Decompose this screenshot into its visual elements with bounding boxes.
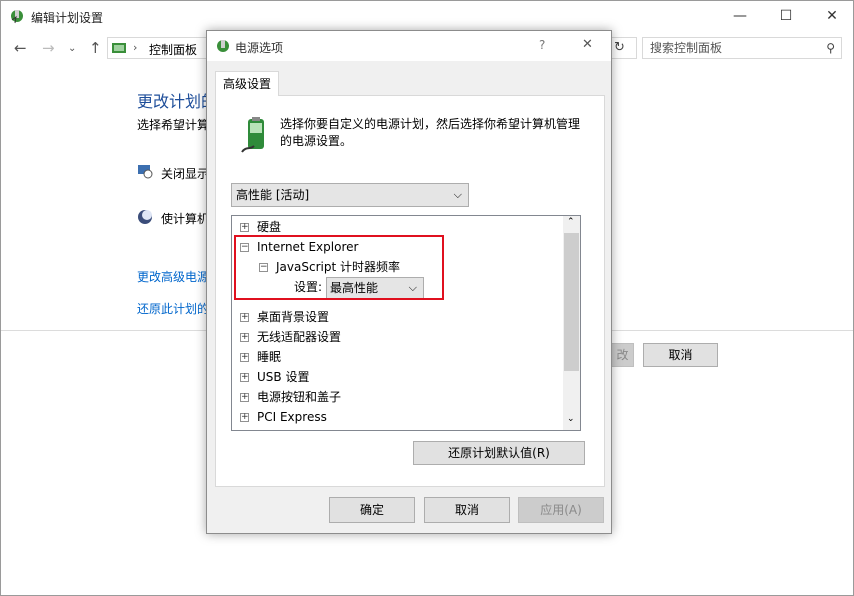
- dialog-title: 电源选项: [235, 41, 284, 55]
- dialog-titlebar: 电源选项 ? ✕: [207, 31, 611, 61]
- tree-item-label: PCI Express: [257, 410, 327, 424]
- tree-item-label: 电源按钮和盖子: [257, 390, 342, 404]
- expand-icon[interactable]: +: [240, 223, 249, 232]
- power-plan-select-value: 高性能 [活动]: [236, 188, 310, 202]
- scroll-up-icon[interactable]: ⌃: [567, 217, 575, 227]
- apply-label: 应用(A): [540, 503, 582, 517]
- tree-item[interactable]: + USB 设置: [240, 367, 309, 387]
- window-cancel-button[interactable]: 取消: [643, 343, 718, 367]
- expand-icon[interactable]: +: [240, 353, 249, 362]
- dialog-cancel-button[interactable]: 取消: [424, 497, 510, 523]
- breadcrumb-chevron-icon: ›: [133, 41, 138, 54]
- apply-button[interactable]: 应用(A): [518, 497, 604, 523]
- expand-icon[interactable]: +: [240, 373, 249, 382]
- search-input[interactable]: 搜索控制面板 ⚲: [642, 37, 842, 59]
- tab-advanced-settings[interactable]: 高级设置: [215, 71, 279, 96]
- tree-item[interactable]: +处理器电源管理: [240, 427, 341, 431]
- tree-item[interactable]: + 无线适配器设置: [240, 327, 341, 347]
- dialog-cancel-label: 取消: [454, 503, 479, 517]
- tree-item-label: 硬盘: [257, 220, 282, 234]
- tree-item-label: 睡眠: [257, 350, 282, 364]
- tree-item-label: 无线适配器设置: [257, 330, 342, 344]
- tree-item[interactable]: + 桌面背景设置: [240, 307, 329, 327]
- dialog-description: 选择你要自定义的电源计划，然后选择你希望计算机管理的电源设置。: [280, 117, 581, 148]
- restore-defaults-button[interactable]: 还原计划默认值(R): [413, 441, 585, 465]
- expand-icon[interactable]: +: [240, 413, 249, 422]
- maximize-button[interactable]: ☐: [763, 1, 809, 31]
- back-arrow-icon[interactable]: ←: [14, 39, 27, 57]
- scrollbar-thumb[interactable]: [564, 233, 579, 371]
- ok-button[interactable]: 确定: [329, 497, 415, 523]
- page-title: 更改计划的: [137, 92, 218, 111]
- control-panel-icon: [111, 40, 127, 56]
- advanced-power-link[interactable]: 更改高级电源: [137, 268, 209, 285]
- sleep-icon: [137, 209, 153, 225]
- scroll-down-icon[interactable]: ⌄: [567, 414, 575, 424]
- power-plan-icon: [9, 8, 25, 24]
- chevron-down-icon: ⌵: [453, 188, 462, 201]
- expand-icon[interactable]: +: [240, 313, 249, 322]
- refresh-icon[interactable]: ↻: [614, 40, 625, 55]
- search-icon[interactable]: ⚲: [826, 38, 835, 58]
- power-plan-select[interactable]: 高性能 [活动] ⌵: [231, 183, 469, 207]
- display-off-label: 关闭显示: [161, 167, 210, 181]
- expand-icon[interactable]: +: [240, 333, 249, 342]
- tree-item[interactable]: + PCI Express: [240, 407, 327, 427]
- tree-item[interactable]: + 硬盘: [240, 217, 281, 237]
- tree-item-label: 桌面背景设置: [257, 310, 330, 324]
- up-arrow-icon[interactable]: ↑: [89, 39, 102, 57]
- breadcrumb[interactable]: 控制面板: [149, 41, 197, 58]
- dialog-close-button[interactable]: ✕: [582, 37, 593, 52]
- display-off-icon: [137, 163, 153, 179]
- chevron-down-icon[interactable]: ⌄: [68, 43, 76, 54]
- tree-item[interactable]: + 睡眠: [240, 347, 281, 367]
- tree-scrollbar[interactable]: ⌃ ⌄: [563, 216, 580, 430]
- window-title: 编辑计划设置: [31, 11, 104, 25]
- power-options-icon: [215, 38, 231, 54]
- page-subtitle: 选择希望计算: [137, 118, 210, 132]
- sleep-label: 使计算机: [161, 212, 210, 226]
- minimize-button[interactable]: —: [717, 1, 763, 31]
- forward-arrow-icon[interactable]: →: [42, 39, 55, 57]
- close-button[interactable]: ✕: [809, 1, 854, 31]
- save-changes-label: 改: [616, 348, 629, 362]
- restore-defaults-label: 还原计划默认值(R): [448, 446, 550, 460]
- battery-icon: [238, 116, 274, 156]
- tree-item-label: USB 设置: [257, 370, 310, 384]
- highlight-box: [234, 235, 444, 300]
- help-button[interactable]: ?: [539, 38, 545, 52]
- tree-item[interactable]: + 电源按钮和盖子: [240, 387, 341, 407]
- ok-label: 确定: [359, 503, 384, 517]
- expand-icon[interactable]: +: [240, 393, 249, 402]
- window-cancel-label: 取消: [668, 348, 693, 362]
- restore-plan-link[interactable]: 还原此计划的: [137, 300, 209, 317]
- search-placeholder: 搜索控制面板: [650, 41, 723, 55]
- tree-item-label: 处理器电源管理: [257, 430, 341, 431]
